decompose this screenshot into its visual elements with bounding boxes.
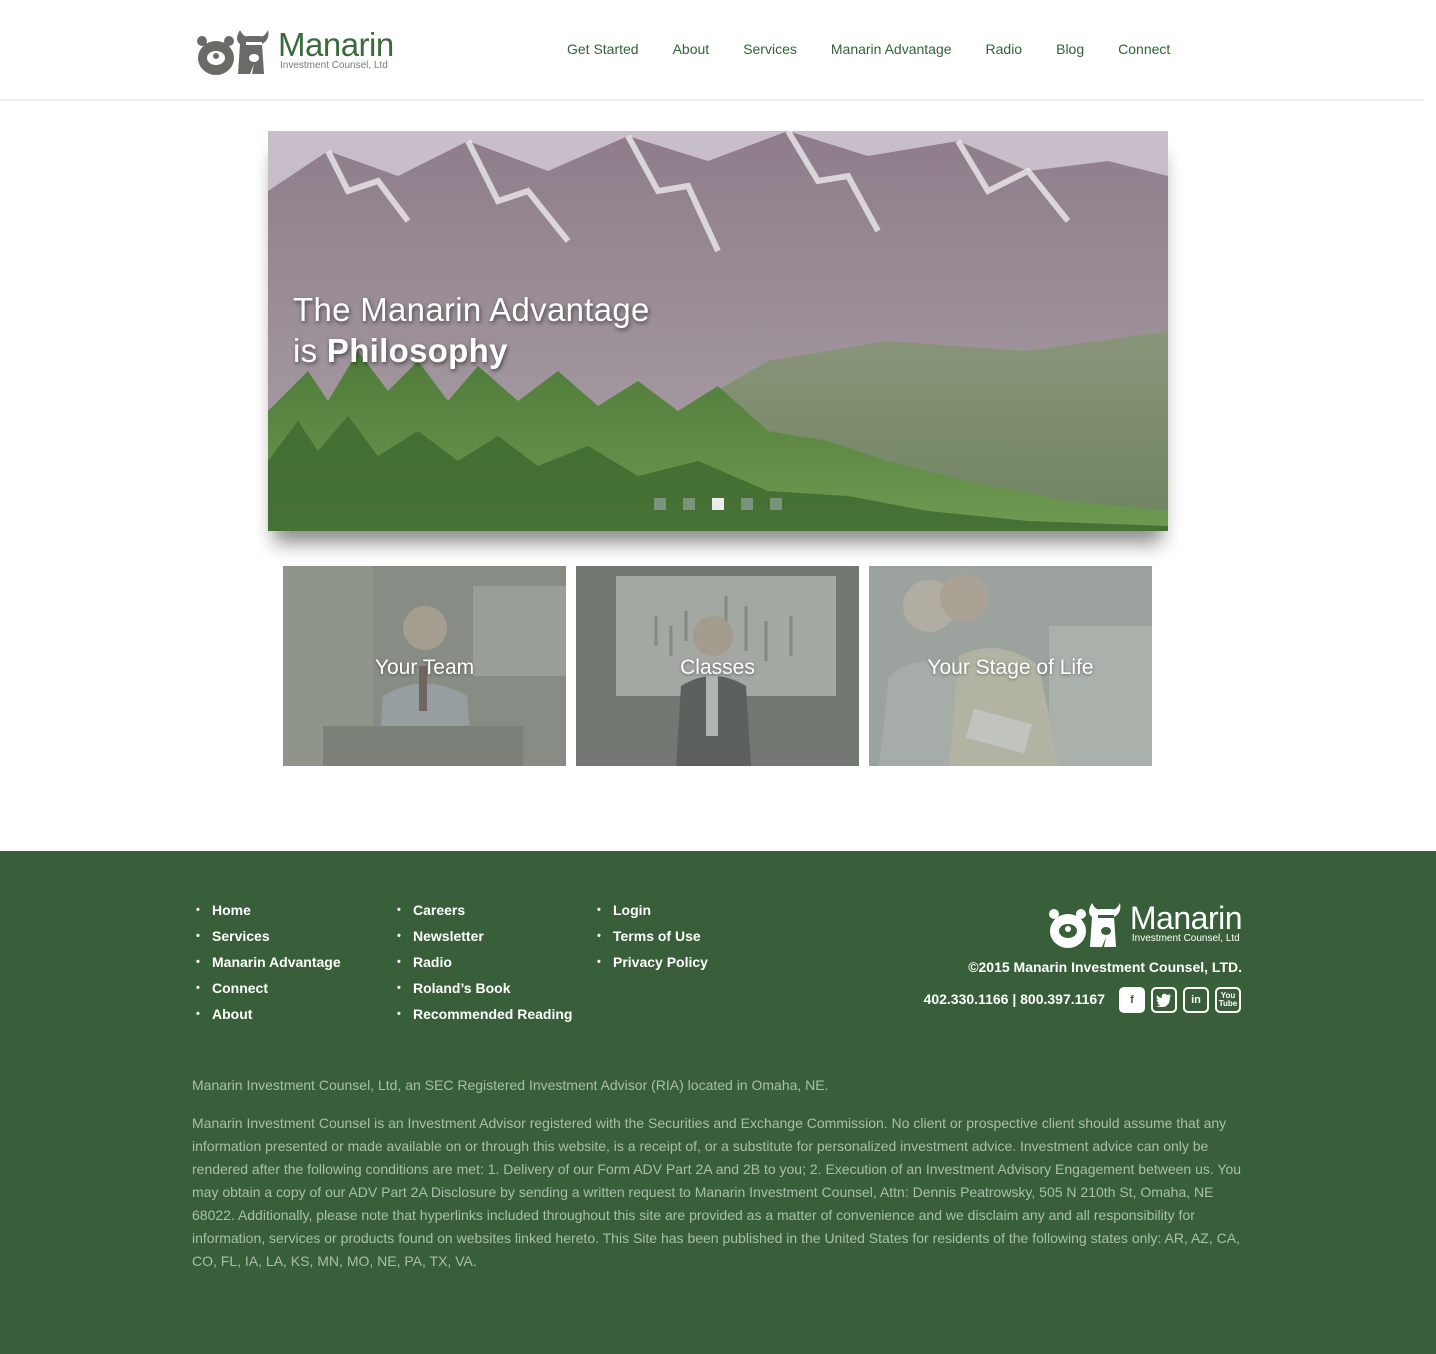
disclaimer-full: Manarin Investment Counsel is an Investm… [192, 1115, 1242, 1269]
tile-classes[interactable]: Classes [576, 566, 859, 766]
social-links: f in You Tube [1119, 987, 1241, 1013]
hero-headline-line2: is Philosophy [293, 330, 650, 371]
nav-blog[interactable]: Blog [1056, 40, 1084, 58]
feature-tiles: Your Team Classes Your Stage of Life [283, 566, 1152, 766]
slider-dot-1[interactable] [654, 498, 666, 510]
footer-link-about[interactable]: About [192, 1001, 341, 1027]
slider-dot-3[interactable] [712, 498, 724, 510]
footer-links-column-1: Home Services Manarin Advantage Connect … [192, 897, 341, 1027]
site-footer: Home Services Manarin Advantage Connect … [0, 851, 1436, 1354]
hero-slider[interactable]: The Manarin Advantage is Philosophy [268, 131, 1168, 531]
youtube-icon[interactable]: You Tube [1215, 987, 1241, 1013]
tile-label: Your Team [374, 656, 475, 679]
footer-link-login[interactable]: Login [593, 897, 708, 923]
footer-links-column-2: Careers Newsletter Radio Roland’s Book R… [393, 897, 572, 1027]
legal-disclaimer: Manarin Investment Counsel, Ltd, an SEC … [192, 1074, 1242, 1288]
tile-your-stage-of-life[interactable]: Your Stage of Life [869, 566, 1152, 766]
footer-link-careers[interactable]: Careers [393, 897, 572, 923]
footer-brand-logo[interactable]: Manarin Investment Counsel, Ltd [1048, 897, 1243, 949]
nav-services[interactable]: Services [743, 40, 797, 58]
nav-radio[interactable]: Radio [986, 40, 1023, 58]
nav-connect[interactable]: Connect [1118, 40, 1170, 58]
footer-link-newsletter[interactable]: Newsletter [393, 923, 572, 949]
footer-link-recommended-reading[interactable]: Recommended Reading [393, 1001, 572, 1027]
hero-headline-line1: The Manarin Advantage [293, 291, 650, 328]
tile-your-team[interactable]: Your Team [283, 566, 566, 766]
copyright-text: ©2015 Manarin Investment Counsel, LTD. [968, 959, 1242, 975]
tile-label: Classes [680, 656, 755, 679]
brand-subtitle: Investment Counsel, Ltd [280, 60, 388, 71]
footer-link-home[interactable]: Home [192, 897, 341, 923]
footer-link-radio[interactable]: Radio [393, 949, 572, 975]
tile-label: Your Stage of Life [927, 656, 1094, 679]
slider-dot-2[interactable] [683, 498, 695, 510]
site-header: Manarin Investment Counsel, Ltd Get Star… [0, 0, 1424, 101]
slider-pagination [654, 498, 782, 510]
slider-dot-5[interactable] [770, 498, 782, 510]
nav-manarin-advantage[interactable]: Manarin Advantage [831, 40, 952, 58]
nav-get-started[interactable]: Get Started [567, 40, 639, 58]
main-nav: Get Started About Services Manarin Advan… [567, 40, 1170, 58]
footer-link-rolands-book[interactable]: Roland’s Book [393, 975, 572, 1001]
slider-dot-4[interactable] [741, 498, 753, 510]
nav-about[interactable]: About [673, 40, 710, 58]
footer-brand-name: Manarin [1129, 900, 1243, 936]
linkedin-icon[interactable]: in [1183, 987, 1209, 1013]
phone-numbers: 402.330.1166 | 800.397.1167 [923, 991, 1105, 1007]
bear-bull-logo-icon [1048, 903, 1121, 948]
brand-name: Manarin [278, 26, 394, 63]
bear-bull-logo-icon [197, 30, 269, 75]
footer-links-column-3: Login Terms of Use Privacy Policy [593, 897, 708, 975]
footer-link-connect[interactable]: Connect [192, 975, 341, 1001]
hero-headline: The Manarin Advantage is Philosophy [293, 289, 650, 371]
footer-link-terms-of-use[interactable]: Terms of Use [593, 923, 708, 949]
footer-brand-subtitle: Investment Counsel, Ltd [1131, 933, 1240, 944]
facebook-icon[interactable]: f [1119, 987, 1145, 1013]
footer-link-services[interactable]: Services [192, 923, 341, 949]
brand-logo[interactable]: Manarin Investment Counsel, Ltd [196, 24, 394, 76]
footer-link-manarin-advantage[interactable]: Manarin Advantage [192, 949, 341, 975]
footer-link-privacy-policy[interactable]: Privacy Policy [593, 949, 708, 975]
twitter-icon[interactable] [1151, 987, 1177, 1013]
hero-headline-prefix: is [293, 332, 318, 369]
hero-headline-bold: Philosophy [326, 332, 508, 369]
disclaimer-ria: Manarin Investment Counsel, Ltd, an SEC … [192, 1077, 829, 1093]
